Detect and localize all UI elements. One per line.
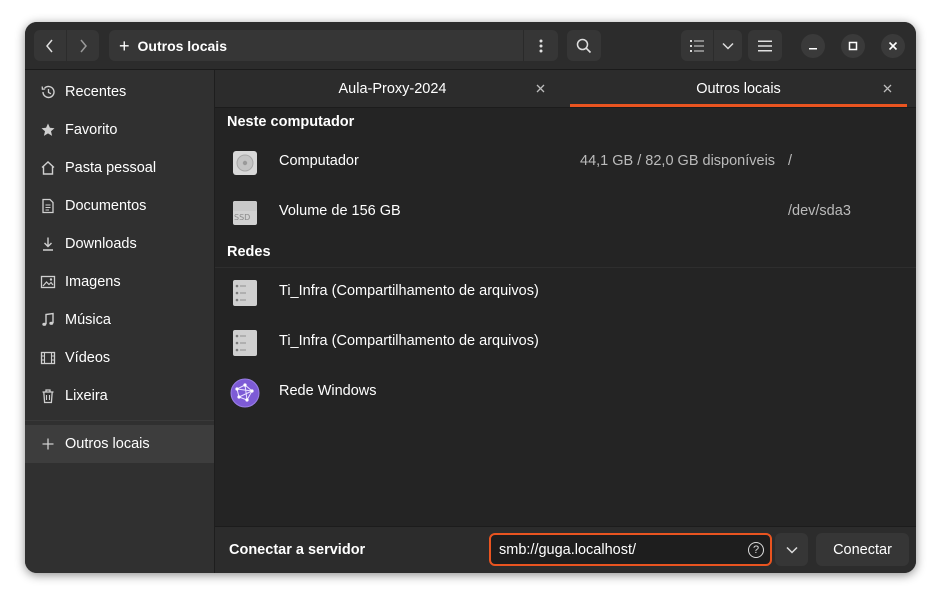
- sidebar-item-documentos[interactable]: Documentos: [25, 187, 214, 225]
- sidebar-item-favorito[interactable]: Favorito: [25, 111, 214, 149]
- chevron-down-icon: [722, 42, 734, 50]
- active-tab-indicator: [570, 104, 907, 107]
- view-toggle-button[interactable]: [681, 30, 713, 61]
- tab-aula-proxy-2024[interactable]: Aula-Proxy-2024: [215, 70, 570, 107]
- location-name: Ti_Infra (Compartilhamento de arquivos): [279, 283, 539, 299]
- sidebar-divider: [25, 420, 214, 421]
- connect-to-server-bar: Conectar a servidor ? Conectar: [215, 526, 916, 573]
- document-icon: [40, 198, 56, 214]
- clock-icon: [40, 84, 56, 100]
- sidebar-item-label: Vídeos: [65, 350, 111, 366]
- plus-icon: +: [119, 35, 130, 56]
- sidebar-item-label: Outros locais: [65, 436, 150, 452]
- sidebar-item-pasta-pessoal[interactable]: Pasta pessoal: [25, 149, 214, 187]
- file-manager-window: + Outros locais Recentes Favorito Pasta …: [25, 22, 916, 573]
- tab-bar: Aula-Proxy-2024 Outros locais: [215, 70, 916, 108]
- video-icon: [40, 350, 56, 366]
- recent-servers-dropdown[interactable]: [775, 533, 808, 566]
- sidebar: Recentes Favorito Pasta pessoal Document…: [25, 70, 215, 573]
- server-icon: [232, 330, 258, 356]
- ssd-label: SSD: [234, 213, 251, 222]
- download-icon: [40, 236, 56, 252]
- sidebar-item-label: Downloads: [65, 236, 137, 252]
- sidebar-item-lixeira[interactable]: Lixeira: [25, 377, 214, 415]
- header-bar: + Outros locais: [25, 22, 916, 70]
- plus-icon: [40, 436, 56, 452]
- minimize-icon: [809, 48, 817, 50]
- mount-point: /: [788, 153, 793, 169]
- location-row-volume[interactable]: SSD Volume de 156 GB /dev/sda3: [215, 188, 916, 236]
- search-icon: [576, 38, 592, 53]
- hamburger-icon: [758, 40, 772, 51]
- sidebar-item-label: Favorito: [65, 122, 118, 138]
- list-view-icon: [690, 39, 704, 52]
- location-row-network-share[interactable]: Ti_Infra (Compartilhamento de arquivos): [215, 318, 916, 366]
- music-icon: [40, 312, 56, 328]
- location-name: Computador: [279, 153, 359, 169]
- close-icon: [883, 84, 891, 92]
- minimize-button[interactable]: [801, 34, 825, 58]
- sidebar-item-outros-locais[interactable]: Outros locais: [25, 425, 214, 463]
- tab-label: Outros locais: [696, 80, 781, 97]
- tab-close-button[interactable]: [879, 80, 895, 96]
- location-name: Rede Windows: [279, 383, 377, 399]
- home-icon: [40, 160, 56, 176]
- sidebar-item-label: Imagens: [65, 274, 121, 290]
- path-crumb-other-locations[interactable]: + Outros locais: [109, 30, 523, 61]
- chevron-down-icon: [785, 546, 798, 554]
- other-locations-view: Neste computador Computador 44,1 GB / 82…: [215, 108, 916, 526]
- close-window-button[interactable]: [881, 34, 905, 58]
- tab-close-button[interactable]: [532, 80, 548, 96]
- main-menu-button[interactable]: [748, 30, 782, 61]
- sidebar-item-downloads[interactable]: Downloads: [25, 225, 214, 263]
- sidebar-item-label: Recentes: [65, 84, 127, 100]
- search-button[interactable]: [567, 30, 601, 61]
- sidebar-item-recentes[interactable]: Recentes: [25, 73, 214, 111]
- hard-disk-icon: [232, 150, 258, 176]
- forward-button[interactable]: [67, 30, 99, 61]
- help-icon[interactable]: ?: [748, 542, 764, 558]
- sidebar-item-imagens[interactable]: Imagens: [25, 263, 214, 301]
- section-title-networks: Redes: [227, 244, 271, 260]
- path-bar: + Outros locais: [109, 30, 558, 61]
- chevron-left-icon: [46, 39, 53, 52]
- maximize-button[interactable]: [841, 34, 865, 58]
- sidebar-item-label: Pasta pessoal: [65, 160, 157, 176]
- trash-icon: [40, 388, 56, 404]
- location-row-windows-network[interactable]: Rede Windows: [215, 368, 916, 416]
- sidebar-item-videos[interactable]: Vídeos: [25, 339, 214, 377]
- location-row-computer[interactable]: Computador 44,1 GB / 82,0 GB disponíveis…: [215, 138, 916, 186]
- path-label: Outros locais: [137, 37, 227, 54]
- location-row-network-share[interactable]: Ti_Infra (Compartilhamento de arquivos): [215, 268, 916, 316]
- sidebar-item-label: Documentos: [65, 198, 147, 214]
- tab-label: Aula-Proxy-2024: [338, 80, 447, 97]
- vertical-dots-icon: [539, 39, 543, 52]
- server-address-input[interactable]: [489, 533, 772, 566]
- chevron-right-icon: [80, 39, 87, 52]
- back-button[interactable]: [34, 30, 66, 61]
- view-options-dropdown[interactable]: [714, 30, 742, 61]
- ssd-drive-icon: SSD: [232, 200, 258, 226]
- server-icon: [232, 280, 258, 306]
- star-icon: [40, 122, 56, 138]
- connect-to-server-label: Conectar a servidor: [229, 542, 366, 558]
- network-globe-icon: [230, 378, 260, 408]
- tab-outros-locais[interactable]: Outros locais: [570, 70, 907, 107]
- sidebar-item-musica[interactable]: Música: [25, 301, 214, 339]
- image-icon: [40, 274, 56, 290]
- close-icon: [888, 41, 898, 51]
- connect-button[interactable]: Conectar: [816, 533, 909, 566]
- path-menu-button[interactable]: [523, 30, 558, 61]
- maximize-icon: [848, 41, 858, 51]
- mount-point: /dev/sda3: [788, 203, 851, 219]
- location-name: Volume de 156 GB: [279, 203, 401, 219]
- sidebar-item-label: Música: [65, 312, 111, 328]
- location-name: Ti_Infra (Compartilhamento de arquivos): [279, 333, 539, 349]
- section-title-this-computer: Neste computador: [227, 114, 355, 130]
- disk-usage-info: 44,1 GB / 82,0 GB disponíveis: [580, 153, 776, 169]
- close-icon: [536, 84, 544, 92]
- sidebar-item-label: Lixeira: [65, 388, 108, 404]
